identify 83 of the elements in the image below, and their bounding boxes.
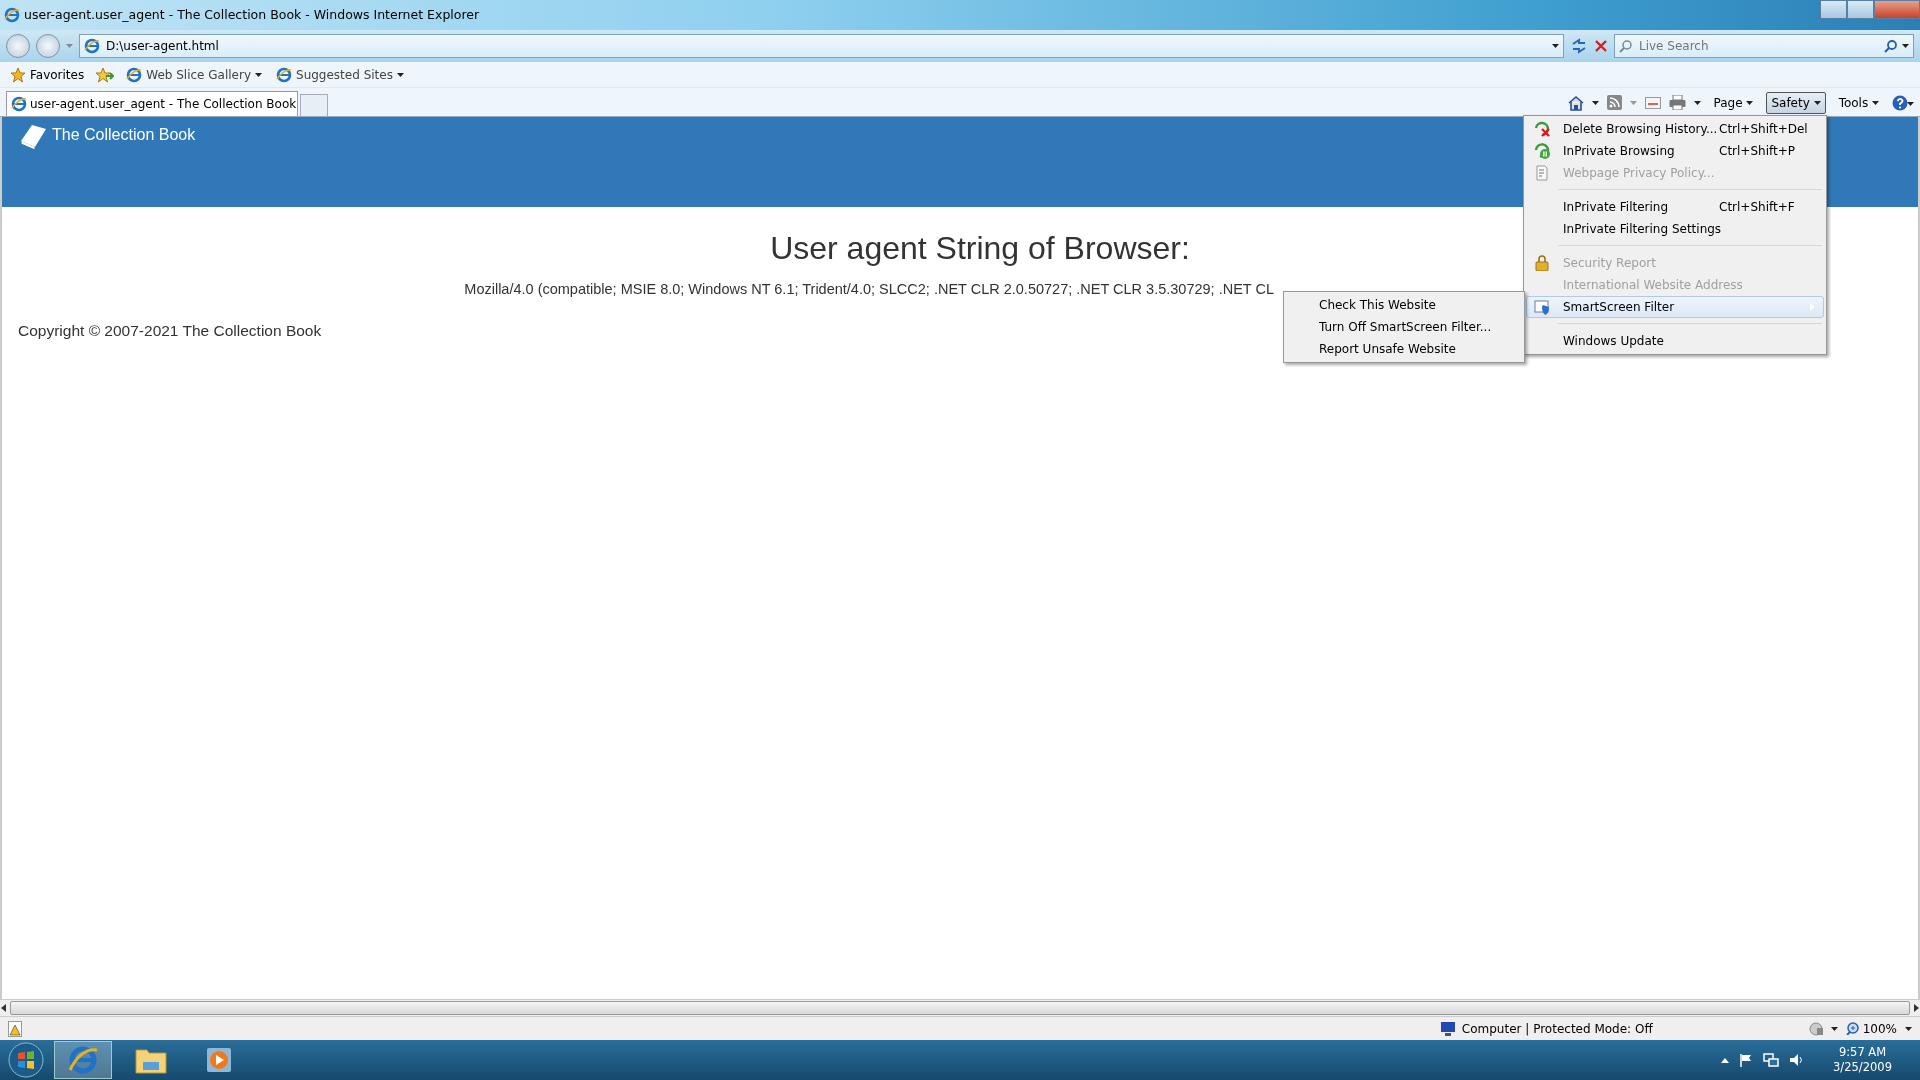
maximize-button[interactable] bbox=[1847, 0, 1874, 19]
page-icon bbox=[276, 66, 292, 83]
menu-item[interactable]: Windows Update bbox=[1526, 330, 1824, 352]
menu-item[interactable]: SmartScreen Filter bbox=[1526, 296, 1824, 318]
search-icon bbox=[1619, 39, 1633, 53]
help-icon[interactable] bbox=[1892, 94, 1914, 111]
folder-icon bbox=[135, 1046, 167, 1074]
page-icon bbox=[11, 96, 27, 112]
warning-icon bbox=[8, 1020, 22, 1037]
user-agent-text: Mozilla/4.0 (compatible; MSIE 8.0; Windows NT 6.1; Trident/4.0; SLCC2; .NET CLR 2.0.50727; .NET CLR 3.5.30729; .NET CL bbox=[464, 280, 1274, 300]
caret-icon bbox=[1872, 101, 1879, 105]
address-bar[interactable]: D:\user-agent.html bbox=[79, 34, 1564, 58]
page-heading: User agent String of Browser: bbox=[770, 229, 1190, 268]
refresh-icon[interactable] bbox=[1570, 37, 1588, 55]
star-icon bbox=[10, 66, 26, 83]
menu-item[interactable]: Check This Website bbox=[1286, 294, 1522, 316]
search-field[interactable]: Live Search bbox=[1637, 36, 1880, 56]
page-icon bbox=[84, 38, 100, 54]
caret-icon bbox=[396, 72, 404, 77]
browser-icon bbox=[67, 1044, 99, 1076]
window-title: user-agent.user_agent - The Collection Book - Windows Internet Explorer bbox=[24, 5, 480, 24]
caret-icon[interactable] bbox=[1830, 1026, 1838, 1031]
arrow-right-icon[interactable] bbox=[1912, 1004, 1920, 1012]
address-field[interactable]: D:\user-agent.html bbox=[106, 37, 1546, 55]
menu-item[interactable]: Report Unsafe Website bbox=[1286, 338, 1522, 360]
start-button[interactable] bbox=[8, 1042, 44, 1078]
home-icon[interactable] bbox=[1567, 94, 1584, 111]
favorites-link[interactable]: Web Slice Gallery bbox=[124, 65, 264, 84]
menu-item[interactable]: InPrivate Filtering Ctrl+Shift+F bbox=[1526, 196, 1824, 218]
browser-taskbar-button[interactable] bbox=[54, 1041, 112, 1079]
security-icon[interactable] bbox=[1808, 1021, 1825, 1036]
search-box[interactable]: Live Search bbox=[1614, 34, 1914, 58]
caret-icon bbox=[255, 72, 262, 77]
zoom-icon bbox=[1845, 1022, 1859, 1035]
add-favorite-icon[interactable] bbox=[96, 66, 115, 83]
clock-time: 9:57 AM bbox=[1837, 1045, 1888, 1060]
brand-name: The Collection Book bbox=[52, 125, 196, 145]
back-button[interactable] bbox=[6, 34, 30, 58]
arrow-up-icon[interactable] bbox=[1721, 1057, 1730, 1063]
clock-date: 3/25/2009 bbox=[1833, 1060, 1892, 1075]
caret-icon[interactable] bbox=[1693, 100, 1701, 105]
printer-icon[interactable] bbox=[1668, 95, 1686, 110]
submenu-arrow-icon bbox=[1810, 303, 1815, 311]
caret-icon[interactable] bbox=[1902, 44, 1909, 48]
menu-button[interactable]: Tools bbox=[1833, 91, 1884, 114]
browser-tab[interactable]: user-agent.user_agent - The Collection Book bbox=[6, 91, 298, 116]
caret-icon[interactable] bbox=[1591, 100, 1599, 105]
search-icon[interactable] bbox=[1884, 39, 1898, 53]
mail-icon[interactable] bbox=[1644, 96, 1661, 109]
zone-text: Computer | Protected Mode: Off bbox=[1461, 1020, 1653, 1038]
forward-button[interactable] bbox=[36, 34, 60, 58]
menu-button[interactable]: Page bbox=[1708, 91, 1759, 114]
menu-button[interactable]: Safety bbox=[1766, 91, 1826, 114]
menu-item[interactable]: InPrivate Browsing Ctrl+Shift+P bbox=[1526, 140, 1824, 162]
menu-item[interactable]: Turn Off SmartScreen Filter... bbox=[1286, 316, 1522, 338]
favorites-button[interactable]: Favorites bbox=[8, 65, 87, 84]
clock[interactable]: 9:57 AM 3/25/2009 bbox=[1827, 1044, 1898, 1076]
caret-icon[interactable] bbox=[1552, 44, 1559, 48]
shield-icon bbox=[1534, 299, 1550, 315]
scrollbar-thumb[interactable] bbox=[10, 1001, 1910, 1015]
arrow-left-icon[interactable] bbox=[0, 1004, 8, 1012]
browser-icon bbox=[4, 7, 20, 23]
minimize-button[interactable] bbox=[1820, 0, 1847, 19]
network-icon[interactable] bbox=[1763, 1053, 1780, 1067]
caret-icon bbox=[1746, 101, 1754, 105]
copyright-text: Copyright © 2007-2021 The Collection Book bbox=[18, 321, 322, 342]
inprivate-icon bbox=[1534, 143, 1550, 159]
stop-icon[interactable] bbox=[1594, 39, 1608, 53]
computer-icon bbox=[1439, 1021, 1456, 1036]
page-icon bbox=[126, 66, 143, 83]
book-icon bbox=[18, 123, 48, 149]
caret-icon bbox=[1813, 101, 1821, 105]
play-icon bbox=[205, 1046, 233, 1074]
document-icon bbox=[1534, 165, 1550, 181]
menu-item[interactable]: Delete Browsing History...Ctrl+Shift+Del bbox=[1526, 118, 1824, 140]
lock-icon bbox=[1534, 255, 1550, 271]
favorites-link[interactable]: Suggested Sites bbox=[274, 65, 406, 84]
menu-item[interactable]: InPrivate Filtering Settings bbox=[1526, 218, 1824, 240]
caret-icon[interactable] bbox=[1905, 1026, 1912, 1031]
delete-icon bbox=[1534, 121, 1550, 137]
zoom-button[interactable]: 100% bbox=[1843, 1019, 1899, 1038]
flag-icon[interactable] bbox=[1739, 1053, 1754, 1067]
feed-icon[interactable] bbox=[1606, 95, 1622, 110]
